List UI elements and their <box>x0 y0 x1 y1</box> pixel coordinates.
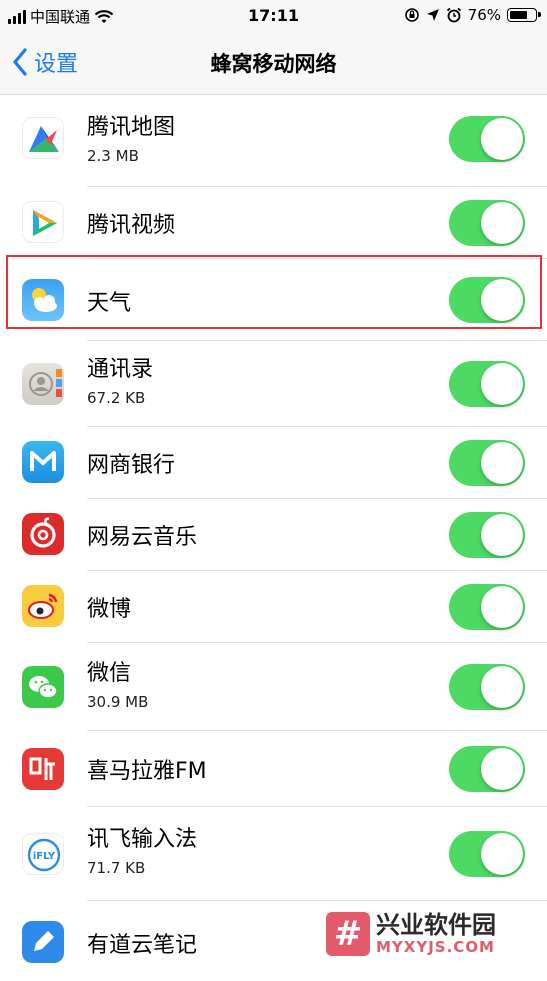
app-name: 网易云音乐 <box>87 525 198 550</box>
tencent-map-icon <box>22 117 64 159</box>
toggle-knob <box>481 748 523 790</box>
navigation-bar: 设置 蜂窝移动网络 <box>0 32 547 95</box>
tencent-video-icon <box>22 201 64 243</box>
back-button[interactable]: 设置 <box>12 46 78 78</box>
cellular-toggle[interactable] <box>449 361 525 407</box>
list-item: 微信 30.9 MB <box>0 643 547 731</box>
cellular-toggle[interactable] <box>449 664 525 710</box>
app-name: 喜马拉雅FM <box>87 759 207 784</box>
toggle-knob <box>481 442 523 484</box>
location-icon <box>426 9 439 21</box>
status-bar: 中国联通 17:11 76% <box>0 0 547 32</box>
weibo-icon <box>22 585 64 627</box>
cellular-toggle[interactable] <box>449 831 525 877</box>
app-name: 网商银行 <box>87 453 176 478</box>
watermark-text: 兴业软件园 MYXYJS.COM <box>376 912 496 956</box>
app-data-usage: 67.2 KB <box>87 389 146 407</box>
svg-text:iFLY: iFLY <box>33 851 56 862</box>
app-data-usage: 30.9 MB <box>87 693 149 711</box>
back-label: 设置 <box>34 52 79 77</box>
iflytek-icon: iFLY <box>22 833 64 875</box>
app-data-usage: 71.7 KB <box>87 859 146 877</box>
cellular-toggle[interactable] <box>449 200 525 246</box>
list-item: 网易云音乐 <box>0 499 547 571</box>
toggle-knob <box>481 833 523 875</box>
watermark-title: 兴业软件园 <box>376 911 496 939</box>
cellular-toggle[interactable] <box>449 584 525 630</box>
app-name: 腾讯地图 <box>87 115 176 140</box>
wechat-icon <box>22 666 64 708</box>
battery-level <box>510 11 528 19</box>
youdao-note-icon <box>22 921 64 963</box>
orientation-lock-icon <box>404 8 419 22</box>
battery-icon <box>507 8 541 22</box>
list-item: 腾讯视频 <box>0 187 547 259</box>
contacts-icon <box>22 363 64 405</box>
list-item: 微博 <box>0 571 547 643</box>
app-name: 腾讯视频 <box>87 213 176 238</box>
list-item: iFLY 讯飞输入法 71.7 KB <box>0 807 547 901</box>
chevron-left-icon <box>13 48 27 76</box>
app-name: 有道云笔记 <box>87 933 198 958</box>
ximalaya-icon <box>22 748 64 790</box>
list-item: 网商银行 <box>0 427 547 499</box>
toggle-knob <box>481 586 523 628</box>
watermark-url: MYXYJS.COM <box>376 938 495 956</box>
cellular-toggle[interactable] <box>449 440 525 486</box>
watermark-logo-icon: # <box>326 912 370 956</box>
app-data-usage: 2.3 MB <box>87 147 139 165</box>
page-title: 蜂窝移动网络 <box>210 52 337 76</box>
toggle-knob <box>481 666 523 708</box>
list-item: 腾讯地图 2.3 MB <box>0 95 547 187</box>
toggle-knob <box>481 118 523 160</box>
app-name: 讯飞输入法 <box>87 827 198 852</box>
netease-music-icon <box>22 513 64 555</box>
cellular-toggle[interactable] <box>449 512 525 558</box>
app-name: 通讯录 <box>87 357 154 382</box>
list-item: 通讯录 67.2 KB <box>0 341 547 427</box>
cellular-toggle[interactable] <box>449 746 525 792</box>
battery-percent: 76% <box>467 6 501 24</box>
watermark: # 兴业软件园 MYXYJS.COM <box>326 908 541 960</box>
toggle-knob <box>481 514 523 556</box>
toggle-knob <box>481 202 523 244</box>
mybank-icon <box>22 441 64 483</box>
toggle-knob <box>481 363 523 405</box>
app-list: 腾讯地图 2.3 MB 腾讯视频 天气 通讯录 67.2 KB 网商银行 网易云… <box>0 95 547 981</box>
alarm-icon <box>446 7 461 23</box>
list-item: 喜马拉雅FM <box>0 731 547 807</box>
cellular-toggle[interactable] <box>449 116 525 162</box>
app-name: 微信 <box>87 661 132 686</box>
status-right-group: 76% <box>404 6 541 24</box>
highlight-box <box>6 255 542 329</box>
app-name: 微博 <box>87 597 132 622</box>
